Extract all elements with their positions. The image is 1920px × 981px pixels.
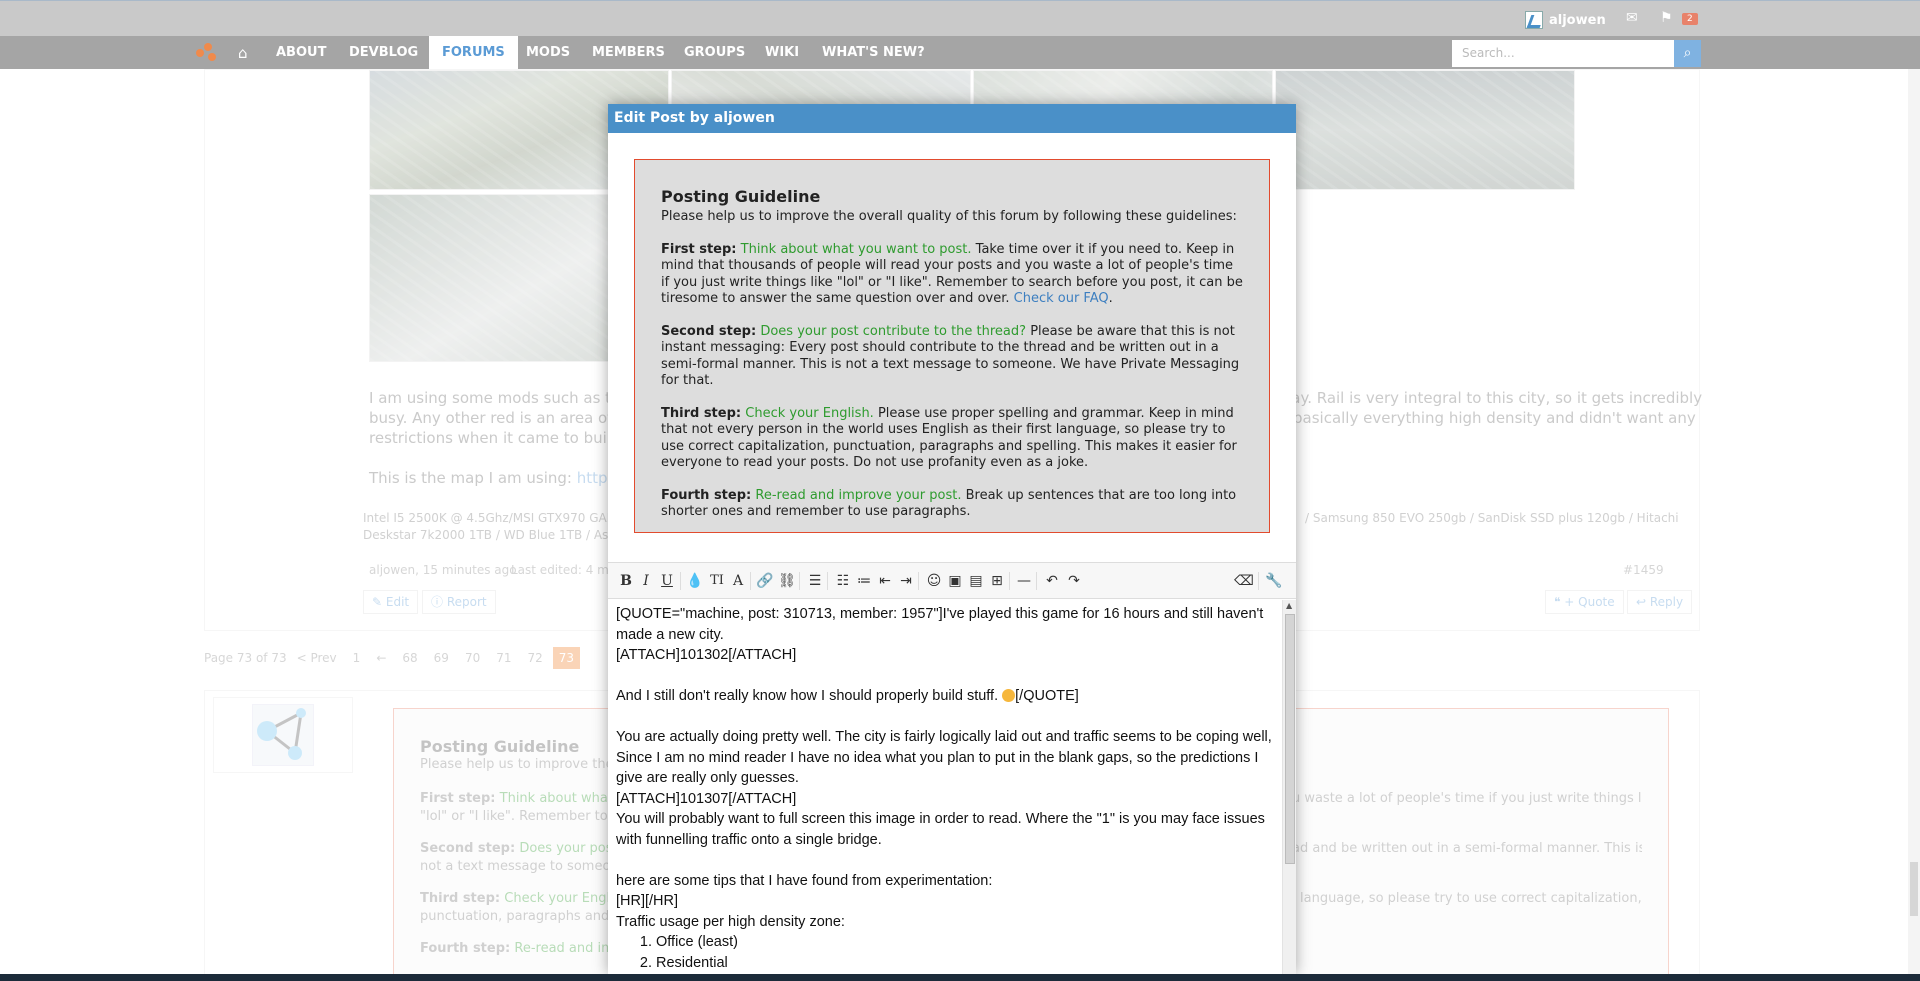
alerts-badge: 2 <box>1682 13 1698 25</box>
edit-post-dialog: Edit Post by aljowen Posting Guideline P… <box>608 104 1296 974</box>
guideline-step-4: Fourth step: Re-read and improve your po… <box>661 488 1243 521</box>
nav-about[interactable]: ABOUT <box>263 36 339 69</box>
site-logo-icon[interactable] <box>196 43 218 63</box>
quote-close-tag: [/QUOTE] <box>1015 688 1079 704</box>
text-color-icon[interactable]: 💧 <box>685 571 705 591</box>
editor-line: And I still don't really know how I shou… <box>616 686 1274 707</box>
tongue-smiley-icon <box>1002 689 1016 702</box>
step-heading: Does your post contribute to the thread? <box>760 323 1027 339</box>
editor-line: [ATTACH]101307[/ATTACH] <box>616 790 797 807</box>
editor-toolbar: B I U 💧 TI A 🔗 ⛓ ☰ ☷ ≔ ⇤ ⇥ ☺ ▣ ▤ ⊞ — ↶ ↷… <box>608 562 1296 599</box>
editor-line: [HR][/HR] <box>616 893 679 909</box>
posting-guideline: Posting Guideline Please help us to impr… <box>634 159 1270 533</box>
guideline-step-2: Second step: Does your post contribute t… <box>661 324 1243 390</box>
nav-wiki[interactable]: WIKI <box>752 36 812 69</box>
guideline-title: Posting Guideline <box>661 187 821 206</box>
flag-icon[interactable]: ⚑ <box>1660 10 1673 26</box>
toolbar-separator <box>918 572 919 590</box>
nav-groups[interactable]: GROUPS <box>671 36 758 69</box>
remove-format-icon[interactable]: ⌫ <box>1234 571 1254 591</box>
toolbar-separator <box>680 572 681 590</box>
step-heading: Re-read and improve your post. <box>755 487 962 503</box>
step-heading: Think about what you want to post. <box>740 241 972 257</box>
nav-whats-new[interactable]: WHAT'S NEW? <box>809 36 938 69</box>
undo-icon[interactable]: ↶ <box>1042 571 1062 591</box>
toolbar-separator <box>1258 572 1259 590</box>
toolbar-separator <box>827 572 828 590</box>
list-item: Residential <box>656 953 1274 974</box>
guideline-step-3: Third step: Check your English. Please u… <box>661 406 1243 472</box>
dialog-spacer <box>608 133 1296 161</box>
editor-scrollbar-thumb[interactable] <box>1285 614 1295 864</box>
unlink-icon[interactable]: ⛓ <box>777 571 797 591</box>
user-avatar-icon <box>1525 11 1543 29</box>
numbered-list-icon[interactable]: ≔ <box>854 571 874 591</box>
italic-icon[interactable]: I <box>636 571 656 591</box>
options-icon[interactable]: 🔧 <box>1264 571 1284 591</box>
horizontal-rule-icon[interactable]: — <box>1014 571 1034 591</box>
editor-line: You are actually doing pretty well. The … <box>616 729 1276 786</box>
step-label: Second step: <box>661 323 757 339</box>
guideline-step-1: First step: Think about what you want to… <box>661 241 1243 307</box>
redo-icon[interactable]: ↷ <box>1064 571 1084 591</box>
editor-line: [ATTACH]101302[/ATTACH] <box>616 647 797 663</box>
post-editor[interactable]: [QUOTE="machine, post: 310713, member: 1… <box>608 600 1282 974</box>
search-icon[interactable]: ⌕ <box>1674 40 1701 67</box>
insert-icon[interactable]: ⊞ <box>987 571 1007 591</box>
font-size-icon[interactable]: TI <box>707 571 727 591</box>
nav-forums[interactable]: FORUMS <box>429 36 518 70</box>
link-icon[interactable]: 🔗 <box>755 571 775 591</box>
toolbar-separator <box>750 572 751 590</box>
editor-line: here are some tips that I have found fro… <box>616 872 993 889</box>
user-bar: aljowen ✉ ⚑ 2 <box>0 0 1920 36</box>
dialog-title[interactable]: Edit Post by aljowen <box>608 104 1296 133</box>
step-heading: Check your English. <box>745 405 874 421</box>
guideline-intro: Please help us to improve the overall qu… <box>661 209 1237 224</box>
underline-icon[interactable]: U <box>657 571 677 591</box>
toolbar-separator <box>1036 572 1037 590</box>
image-icon[interactable]: ▣ <box>945 571 965 591</box>
editor-line: You will probably want to full screen th… <box>616 811 1269 848</box>
envelope-icon[interactable]: ✉ <box>1626 10 1638 26</box>
faq-link[interactable]: Check our FAQ <box>1014 291 1109 306</box>
step-label: Fourth step: <box>661 487 752 503</box>
align-icon[interactable]: ☰ <box>805 571 825 591</box>
home-icon[interactable]: ⌂ <box>238 44 248 62</box>
bold-icon[interactable]: B <box>616 571 636 591</box>
os-taskbar <box>0 974 1920 981</box>
username-label: aljowen <box>1549 12 1606 28</box>
indent-icon[interactable]: ⇥ <box>896 571 916 591</box>
step-label: Third step: <box>661 405 742 421</box>
nav-mods[interactable]: MODS <box>513 36 583 69</box>
list-item: Office (least) <box>656 932 1274 953</box>
media-icon[interactable]: ▤ <box>966 571 986 591</box>
step-label: First step: <box>661 241 737 257</box>
editor-scrollbar[interactable]: ▲ <box>1282 600 1296 974</box>
nav-members[interactable]: MEMBERS <box>579 36 678 69</box>
bullet-list-icon[interactable]: ☷ <box>833 571 853 591</box>
toolbar-separator <box>799 572 800 590</box>
editor-line: [QUOTE="machine, post: 310713, member: 1… <box>616 606 1268 643</box>
scroll-up-icon[interactable]: ▲ <box>1286 601 1292 610</box>
user-menu[interactable]: aljowen <box>1525 11 1606 29</box>
search-input[interactable]: Search... <box>1452 40 1674 67</box>
outdent-icon[interactable]: ⇤ <box>875 571 895 591</box>
font-family-icon[interactable]: A <box>728 571 748 591</box>
nav-devblog[interactable]: DEVBLOG <box>336 36 431 69</box>
toolbar-separator <box>1009 572 1010 590</box>
editor-line-text: And I still don't really know how I shou… <box>616 688 999 704</box>
main-nav: ⌂ ABOUT DEVBLOG FORUMS MODS MEMBERS GROU… <box>0 36 1920 70</box>
traffic-usage-list: Office (least) Residential <box>616 932 1274 973</box>
editor-line: Traffic usage per high density zone: <box>616 913 845 930</box>
smiley-icon[interactable]: ☺ <box>924 571 944 591</box>
